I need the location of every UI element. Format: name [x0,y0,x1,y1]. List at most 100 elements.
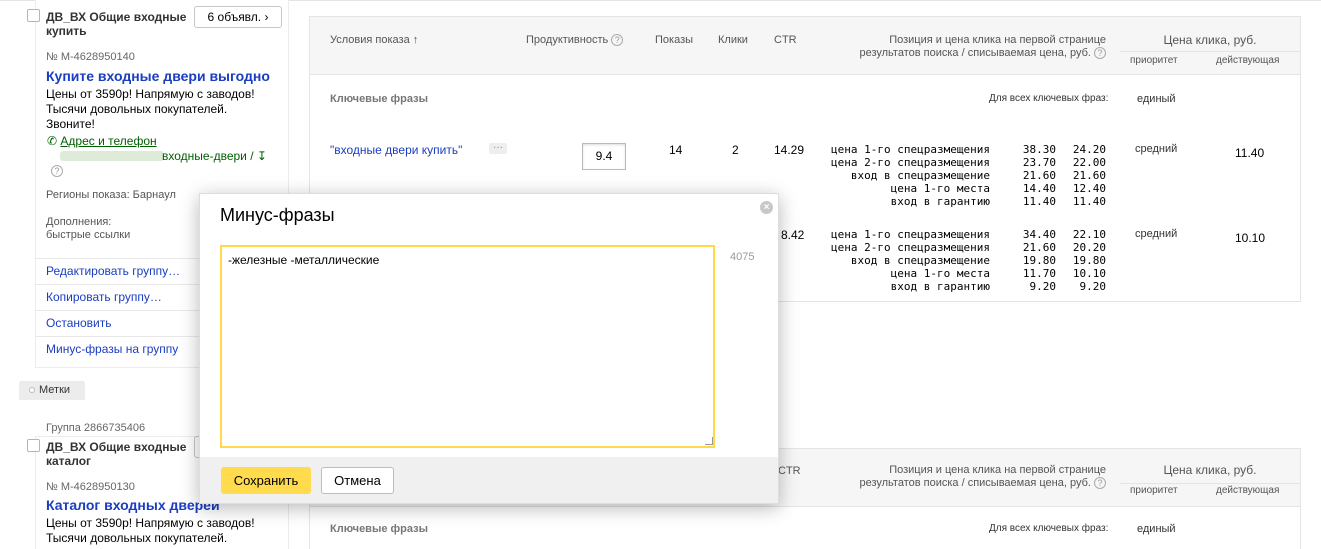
position-charged-value: 20.20 [1072,241,1106,254]
position-bid[interactable]: 38.30 [1010,143,1056,156]
col-position: Позиция и цена клика на первой странице … [826,34,1106,60]
col-clicks[interactable]: Клики [718,34,748,47]
ad-text-line: Тысячи довольных покупателей. [46,102,228,116]
help-icon[interactable]: ? [51,165,63,177]
resize-handle-icon[interactable] [705,437,713,445]
ad-text-line: Цены от 3590р! Напрямую с заводов! [46,87,255,101]
minus-phrases-textarea[interactable]: -железные -металлические [220,245,715,448]
stop-label: Остановить [46,316,112,330]
minus-phrases-dialog: Минус-фразы × -железные -металлические 4… [199,193,779,504]
position-charged-value: 21.60 [1072,169,1106,182]
position-charged-value: 9.20 [1079,280,1107,293]
help-icon[interactable]: ? [1094,477,1106,490]
priority-value[interactable]: средний [1135,228,1177,240]
ads-count-label: 6 объявл. [207,10,262,24]
download-icon: ↧ [256,149,267,163]
tags-label: Метки [39,384,71,396]
position-bid[interactable]: 34.40 [1010,228,1056,241]
cancel-button[interactable]: Отмена [321,467,394,494]
help-icon[interactable]: ? [1094,47,1106,60]
all-phrases-value[interactable]: единый [1137,523,1176,535]
position-charged: 24.20 22.00 21.60 12.40 11.40 [1060,143,1106,208]
position-charged-value: 22.10 [1072,228,1106,241]
help-icon[interactable]: ? [611,34,624,47]
group-title-line2: купить [46,24,87,38]
blurred-url [60,151,164,161]
extras: Дополнения: быстрые ссылки [46,216,130,242]
position-label: цена 2-го спецразмещения [831,241,990,254]
position-bid[interactable]: 23.70 [1010,156,1056,169]
tag-icon [29,387,35,393]
address-row: ✆ Адрес и телефон [47,134,157,148]
col-position-line2: результатов поиска / списываемая цена, р… [859,477,1091,489]
group-title-line2: каталог [46,454,92,468]
position-charged-value: 22.00 [1072,156,1106,169]
header-bottom [310,75,1300,76]
position-bid[interactable]: 19.80 [1010,254,1056,267]
position-label: цена 1-го места [890,267,990,280]
position-bids: 34.40 21.60 19.80 11.70 9.20 [1010,228,1056,293]
col-ctr[interactable]: CTR [774,34,797,47]
col-productivity: Продуктивность ? [526,34,624,47]
position-bid[interactable]: 11.70 [1010,267,1056,280]
position-charged-value: 19.80 [1072,254,1106,267]
address-link[interactable]: Адрес и телефон [60,134,156,148]
productivity-value: 9.4 [582,143,626,170]
col-position-line2: результатов поиска / списываемая цена, р… [859,47,1091,59]
group-id: Группа 2866735406 [46,422,146,434]
col-position-line1: Позиция и цена клика на первой странице [889,464,1106,476]
save-button[interactable]: Сохранить [221,467,311,494]
position-label: вход в гарантию [890,195,990,208]
position-bid[interactable]: 21.60 [1010,241,1056,254]
tags-button[interactable]: Метки [19,381,85,400]
sort-arrow-icon: ↑ [412,34,419,46]
more-actions-icon[interactable]: ··· [489,143,507,154]
col-priority: приоритет [1130,55,1178,66]
col-ctr[interactable]: CTR [778,465,801,478]
phone-icon: ✆ [47,134,58,148]
col-effective: действующая [1216,55,1280,66]
group-title[interactable]: ДВ_ВХ Общие входные каталог [46,440,191,468]
group-checkbox[interactable] [27,439,40,452]
group-title-line1: ДВ_ВХ Общие входные [46,440,187,454]
position-bid[interactable]: 21.60 [1010,169,1056,182]
ad-title[interactable]: Каталог входных дверей [46,497,220,513]
group-title[interactable]: ДВ_ВХ Общие входные купить [46,10,191,38]
section-label: Ключевые фразы [330,523,428,535]
effective-price: 11.40 [1235,146,1265,160]
position-label: цена 1-го места [890,182,990,195]
keyword-phrase[interactable]: "входные двери купить" [330,143,462,157]
col-position: Позиция и цена клика на первой странице … [826,464,1106,490]
position-bids: 38.30 23.70 21.60 14.40 11.40 [1010,143,1056,208]
effective-price: 10.10 [1235,231,1266,245]
impressions-value: 14 [669,143,683,157]
ctr-value: 14.29 [774,143,805,157]
close-icon[interactable]: × [760,201,773,214]
url-fragment: входные-двери / [162,149,254,163]
col-conditions[interactable]: Условия показа ↑ [330,34,418,47]
ad-title[interactable]: Купите входные двери выгодно [46,68,270,84]
position-label: вход в спецразмещение [850,169,990,182]
position-charged-value: 10.10 [1072,267,1106,280]
all-phrases-value[interactable]: единый [1137,93,1176,105]
position-label: цена 1-го спецразмещения [831,143,990,156]
ad-text: Цены от 3590р! Напрямую с заводов! Тысяч… [46,516,255,546]
header-divider [1120,51,1301,52]
group-checkbox[interactable] [27,9,40,22]
position-bid[interactable]: 11.40 [1010,195,1056,208]
col-conditions-label: Условия показа [330,34,410,46]
position-charged-value: 11.40 [1072,195,1106,208]
display-url: входные-двери / ↧ [162,149,267,163]
position-bid[interactable]: 9.20 [1010,280,1057,293]
position-labels: цена 1-го спецразмещения цена 2-го спецр… [826,228,990,293]
dialog-title: Минус-фразы [220,205,335,225]
ad-text-line: Звоните! [46,117,95,131]
position-bid[interactable]: 14.40 [1010,182,1056,195]
ads-count-button[interactable]: 6 объявл. › [194,6,282,28]
position-label: вход в гарантию [890,280,990,293]
col-impressions[interactable]: Показы [655,34,693,47]
clicks-value: 2 [732,143,739,157]
priority-value[interactable]: средний [1135,143,1177,155]
char-counter: 4075 [730,251,755,263]
position-label: цена 2-го спецразмещения [831,156,990,169]
